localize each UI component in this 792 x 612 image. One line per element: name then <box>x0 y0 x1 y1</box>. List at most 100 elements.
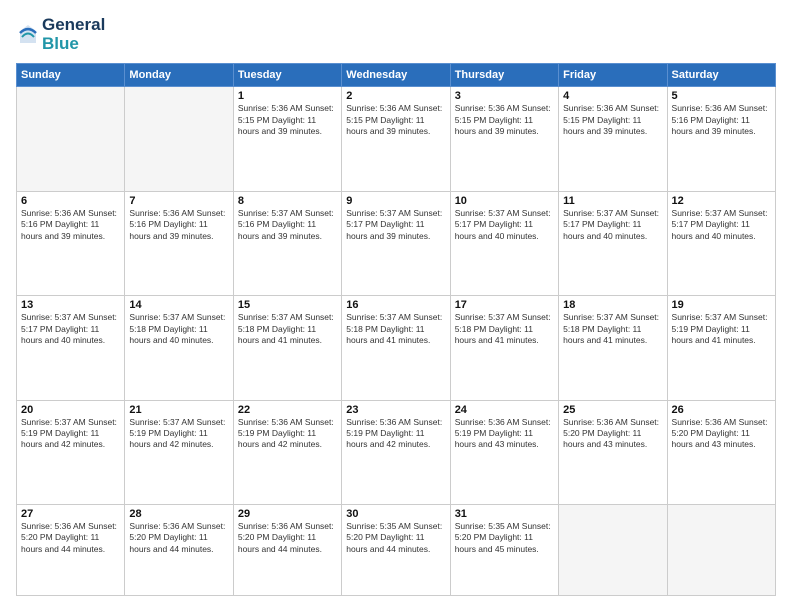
day-info: Sunrise: 5:36 AM Sunset: 5:16 PM Dayligh… <box>672 103 771 137</box>
day-info: Sunrise: 5:37 AM Sunset: 5:17 PM Dayligh… <box>21 312 120 346</box>
calendar-cell: 19Sunrise: 5:37 AM Sunset: 5:19 PM Dayli… <box>667 296 775 400</box>
day-number: 16 <box>346 299 445 311</box>
day-number: 14 <box>129 299 228 311</box>
day-number: 3 <box>455 90 554 102</box>
day-info: Sunrise: 5:36 AM Sunset: 5:16 PM Dayligh… <box>21 208 120 242</box>
weekday-header-saturday: Saturday <box>667 64 775 87</box>
day-info: Sunrise: 5:35 AM Sunset: 5:20 PM Dayligh… <box>455 521 554 555</box>
calendar-cell: 7Sunrise: 5:36 AM Sunset: 5:16 PM Daylig… <box>125 191 233 295</box>
day-number: 1 <box>238 90 337 102</box>
logo: General Blue <box>16 16 105 53</box>
day-info: Sunrise: 5:37 AM Sunset: 5:19 PM Dayligh… <box>129 417 228 451</box>
calendar-cell: 29Sunrise: 5:36 AM Sunset: 5:20 PM Dayli… <box>233 504 341 595</box>
day-number: 2 <box>346 90 445 102</box>
day-info: Sunrise: 5:36 AM Sunset: 5:20 PM Dayligh… <box>238 521 337 555</box>
day-number: 4 <box>563 90 662 102</box>
weekday-header-wednesday: Wednesday <box>342 64 450 87</box>
day-number: 5 <box>672 90 771 102</box>
day-info: Sunrise: 5:36 AM Sunset: 5:19 PM Dayligh… <box>346 417 445 451</box>
calendar-cell: 2Sunrise: 5:36 AM Sunset: 5:15 PM Daylig… <box>342 87 450 191</box>
calendar-cell: 21Sunrise: 5:37 AM Sunset: 5:19 PM Dayli… <box>125 400 233 504</box>
day-number: 24 <box>455 404 554 416</box>
calendar-cell: 6Sunrise: 5:36 AM Sunset: 5:16 PM Daylig… <box>17 191 125 295</box>
day-number: 23 <box>346 404 445 416</box>
day-number: 27 <box>21 508 120 520</box>
day-info: Sunrise: 5:36 AM Sunset: 5:15 PM Dayligh… <box>238 103 337 137</box>
day-number: 30 <box>346 508 445 520</box>
day-info: Sunrise: 5:36 AM Sunset: 5:20 PM Dayligh… <box>129 521 228 555</box>
calendar-cell: 14Sunrise: 5:37 AM Sunset: 5:18 PM Dayli… <box>125 296 233 400</box>
day-number: 18 <box>563 299 662 311</box>
weekday-header-monday: Monday <box>125 64 233 87</box>
day-info: Sunrise: 5:36 AM Sunset: 5:15 PM Dayligh… <box>346 103 445 137</box>
calendar-cell: 1Sunrise: 5:36 AM Sunset: 5:15 PM Daylig… <box>233 87 341 191</box>
weekday-header-tuesday: Tuesday <box>233 64 341 87</box>
calendar-cell: 17Sunrise: 5:37 AM Sunset: 5:18 PM Dayli… <box>450 296 558 400</box>
calendar-cell: 31Sunrise: 5:35 AM Sunset: 5:20 PM Dayli… <box>450 504 558 595</box>
header: General Blue <box>16 16 776 53</box>
week-row-2: 6Sunrise: 5:36 AM Sunset: 5:16 PM Daylig… <box>17 191 776 295</box>
calendar-page: General Blue SundayMondayTuesdayWednesda… <box>0 0 792 612</box>
calendar-cell: 9Sunrise: 5:37 AM Sunset: 5:17 PM Daylig… <box>342 191 450 295</box>
calendar-cell: 5Sunrise: 5:36 AM Sunset: 5:16 PM Daylig… <box>667 87 775 191</box>
week-row-1: 1Sunrise: 5:36 AM Sunset: 5:15 PM Daylig… <box>17 87 776 191</box>
calendar-cell: 23Sunrise: 5:36 AM Sunset: 5:19 PM Dayli… <box>342 400 450 504</box>
calendar-cell: 10Sunrise: 5:37 AM Sunset: 5:17 PM Dayli… <box>450 191 558 295</box>
weekday-header-row: SundayMondayTuesdayWednesdayThursdayFrid… <box>17 64 776 87</box>
calendar-cell: 18Sunrise: 5:37 AM Sunset: 5:18 PM Dayli… <box>559 296 667 400</box>
day-info: Sunrise: 5:36 AM Sunset: 5:15 PM Dayligh… <box>563 103 662 137</box>
day-number: 17 <box>455 299 554 311</box>
day-number: 6 <box>21 195 120 207</box>
weekday-header-friday: Friday <box>559 64 667 87</box>
day-number: 7 <box>129 195 228 207</box>
day-info: Sunrise: 5:37 AM Sunset: 5:17 PM Dayligh… <box>346 208 445 242</box>
day-number: 25 <box>563 404 662 416</box>
day-info: Sunrise: 5:37 AM Sunset: 5:19 PM Dayligh… <box>672 312 771 346</box>
day-number: 31 <box>455 508 554 520</box>
week-row-4: 20 Sunrise: 5:37 AM Sunset: 5:19 PM Dayli… <box>17 400 776 504</box>
calendar-cell: 11Sunrise: 5:37 AM Sunset: 5:17 PM Dayli… <box>559 191 667 295</box>
day-info: Sunrise: 5:36 AM Sunset: 5:19 PM Dayligh… <box>455 417 554 451</box>
day-number: 8 <box>238 195 337 207</box>
day-number: 12 <box>672 195 771 207</box>
day-number: 10 <box>455 195 554 207</box>
calendar-cell: 25Sunrise: 5:36 AM Sunset: 5:20 PM Dayli… <box>559 400 667 504</box>
logo-text-general: General <box>42 16 105 35</box>
day-info: Sunrise: 5:37 AM Sunset: 5:18 PM Dayligh… <box>346 312 445 346</box>
day-number: 28 <box>129 508 228 520</box>
calendar-cell: 24Sunrise: 5:36 AM Sunset: 5:19 PM Dayli… <box>450 400 558 504</box>
day-number: 13 <box>21 299 120 311</box>
logo-text-blue: Blue <box>42 35 105 54</box>
day-info: Sunrise: 5:36 AM Sunset: 5:20 PM Dayligh… <box>21 521 120 555</box>
day-info: Sunrise: 5:36 AM Sunset: 5:15 PM Dayligh… <box>455 103 554 137</box>
week-row-3: 13Sunrise: 5:37 AM Sunset: 5:17 PM Dayli… <box>17 296 776 400</box>
day-number: 15 <box>238 299 337 311</box>
day-number: 19 <box>672 299 771 311</box>
day-info: Sunrise: 5:37 AM Sunset: 5:18 PM Dayligh… <box>455 312 554 346</box>
day-number: 20 <box>21 404 120 416</box>
calendar-cell: 26Sunrise: 5:36 AM Sunset: 5:20 PM Dayli… <box>667 400 775 504</box>
day-number: 21 <box>129 404 228 416</box>
calendar-cell <box>667 504 775 595</box>
calendar-cell: 16Sunrise: 5:37 AM Sunset: 5:18 PM Dayli… <box>342 296 450 400</box>
day-info: Sunrise: 5:36 AM Sunset: 5:19 PM Dayligh… <box>238 417 337 451</box>
calendar-cell <box>559 504 667 595</box>
calendar-cell: 22Sunrise: 5:36 AM Sunset: 5:19 PM Dayli… <box>233 400 341 504</box>
day-info: Sunrise: 5:37 AM Sunset: 5:17 PM Dayligh… <box>672 208 771 242</box>
weekday-header-sunday: Sunday <box>17 64 125 87</box>
day-number: 22 <box>238 404 337 416</box>
calendar-cell: 3Sunrise: 5:36 AM Sunset: 5:15 PM Daylig… <box>450 87 558 191</box>
calendar-cell: 27Sunrise: 5:36 AM Sunset: 5:20 PM Dayli… <box>17 504 125 595</box>
calendar-table: SundayMondayTuesdayWednesdayThursdayFrid… <box>16 63 776 596</box>
day-info: Sunrise: 5:36 AM Sunset: 5:16 PM Dayligh… <box>129 208 228 242</box>
calendar-cell <box>17 87 125 191</box>
day-info: Sunrise: 5:35 AM Sunset: 5:20 PM Dayligh… <box>346 521 445 555</box>
day-info: Sunrise: 5:36 AM Sunset: 5:20 PM Dayligh… <box>672 417 771 451</box>
calendar-cell: 12Sunrise: 5:37 AM Sunset: 5:17 PM Dayli… <box>667 191 775 295</box>
calendar-cell: 13Sunrise: 5:37 AM Sunset: 5:17 PM Dayli… <box>17 296 125 400</box>
day-number: 29 <box>238 508 337 520</box>
day-number: 26 <box>672 404 771 416</box>
day-info: Sunrise: 5:37 AM Sunset: 5:17 PM Dayligh… <box>455 208 554 242</box>
week-row-5: 27Sunrise: 5:36 AM Sunset: 5:20 PM Dayli… <box>17 504 776 595</box>
day-info: Sunrise: 5:37 AM Sunset: 5:18 PM Dayligh… <box>563 312 662 346</box>
